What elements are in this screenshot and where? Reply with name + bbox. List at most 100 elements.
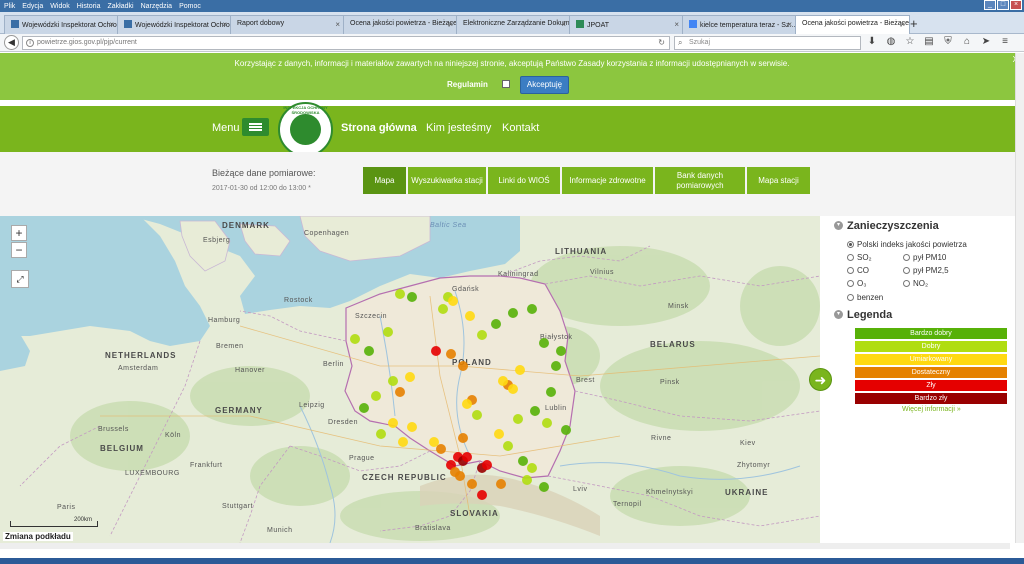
browser-tab[interactable]: kielce temperatura teraz - Sz... × — [682, 15, 797, 34]
station-marker[interactable] — [508, 307, 518, 318]
radio-so2[interactable]: SO₂ — [847, 253, 872, 262]
radio-o3[interactable]: O₃ — [847, 279, 866, 288]
regulamin-label[interactable]: Regulamin — [447, 80, 488, 89]
shield-icon[interactable]: ⛨ — [942, 36, 954, 47]
menubar-item[interactable]: Zakładki — [107, 3, 133, 10]
tab-wios-links[interactable]: Linki do WIOŚ — [488, 167, 560, 194]
browser-tab[interactable]: Ocena jakości powietrza - Bieżące ... × — [795, 15, 910, 34]
station-marker[interactable] — [407, 421, 418, 432]
accept-button[interactable]: Akceptuję — [520, 76, 569, 94]
horizontal-scrollbar[interactable] — [0, 543, 1010, 549]
bookmarks-icon[interactable]: ▤ — [923, 36, 935, 47]
tab-close-icon[interactable]: × — [448, 20, 453, 29]
arrow-right-icon[interactable]: ➜ — [809, 368, 832, 391]
send-icon[interactable]: ➤ — [980, 36, 992, 47]
station-marker[interactable] — [445, 349, 456, 360]
menubar-item[interactable]: Historia — [77, 3, 101, 10]
tab-close-icon[interactable]: × — [787, 20, 792, 29]
station-marker[interactable] — [515, 364, 526, 375]
nav-about[interactable]: Kim jesteśmy — [426, 122, 491, 134]
station-marker[interactable] — [431, 345, 442, 356]
browser-tab[interactable]: JPOAT × — [569, 15, 684, 34]
search-input[interactable]: ⌕ Szukaj — [674, 36, 861, 50]
tab-close-icon[interactable]: × — [900, 20, 905, 29]
radio-pm10[interactable]: pył PM10 — [903, 253, 946, 262]
url-bar[interactable]: i powietrze.gios.gov.pl/pjp/current ↻ — [22, 36, 670, 50]
station-marker[interactable] — [529, 406, 540, 417]
menubar-item[interactable]: Narzędzia — [141, 3, 173, 10]
tab-station-map[interactable]: Mapa stacji — [747, 167, 810, 194]
new-tab-button[interactable]: + — [910, 16, 918, 31]
radio-pm25[interactable]: pył PM2,5 — [903, 266, 949, 275]
station-marker[interactable] — [481, 459, 492, 470]
station-marker[interactable] — [503, 440, 514, 451]
vertical-scrollbar[interactable] — [1015, 53, 1024, 543]
station-marker[interactable] — [349, 334, 360, 345]
gios-logo[interactable]: INSPEKCJA OCHRONY ŚRODOWISKA — [278, 102, 333, 157]
more-info-link[interactable]: Więcej informacji » — [902, 406, 961, 413]
info-icon[interactable]: i — [26, 39, 34, 47]
station-marker[interactable] — [527, 303, 538, 314]
reload-icon[interactable]: ↻ — [658, 38, 665, 47]
maximize-icon[interactable]: □ — [997, 0, 1009, 10]
station-marker[interactable] — [517, 455, 528, 466]
tab-close-icon[interactable]: × — [561, 20, 566, 29]
zoom-out-button[interactable]: − — [11, 242, 27, 258]
browser-tab[interactable]: Raport dobowy × — [230, 15, 345, 34]
station-marker[interactable] — [395, 288, 406, 299]
legend-header[interactable]: ▾ Legenda — [834, 309, 892, 321]
radio-polish-aqi[interactable]: Polski indeks jakości powietrza — [847, 240, 967, 249]
station-marker[interactable] — [512, 414, 523, 424]
nav-contact[interactable]: Kontakt — [502, 122, 539, 134]
tab-close-icon[interactable]: × — [222, 20, 227, 29]
tab-close-icon[interactable]: × — [674, 20, 679, 29]
hamburger-menu-button[interactable] — [242, 118, 269, 136]
station-marker[interactable] — [496, 478, 506, 489]
tab-close-icon[interactable]: × — [109, 20, 114, 29]
home-icon[interactable]: ⌂ — [961, 36, 973, 47]
close-icon[interactable]: × — [1010, 0, 1022, 10]
tab-station-search[interactable]: Wyszukiwarka stacji — [408, 167, 486, 194]
station-marker[interactable] — [388, 376, 398, 386]
globe-icon[interactable]: ◍ — [885, 36, 897, 47]
nav-home[interactable]: Strona główna — [341, 122, 417, 134]
back-icon[interactable]: ◀ — [4, 35, 19, 50]
browser-tab[interactable]: Wojewódzki Inspektorat Ochrony ...× — [117, 15, 232, 34]
station-marker[interactable] — [359, 402, 370, 413]
browser-tab[interactable]: Ocena jakości powietrza - Bieżące ... × — [343, 15, 458, 34]
menubar-item[interactable]: Widok — [50, 3, 69, 10]
menubar-item[interactable]: Pomoc — [179, 3, 201, 10]
download-icon[interactable]: ⬇ — [866, 36, 878, 47]
station-marker[interactable] — [551, 360, 562, 371]
station-marker[interactable] — [457, 360, 468, 371]
browser-tab[interactable]: Elektroniczne Zarządzanie Dokume... × — [456, 15, 571, 34]
zoom-in-button[interactable]: + — [11, 225, 27, 241]
menu-icon[interactable]: ≡ — [999, 36, 1011, 47]
station-marker[interactable] — [388, 417, 398, 428]
menubar-item[interactable]: Plik — [4, 3, 15, 10]
tab-health-info[interactable]: Informacje zdrowotne — [562, 167, 653, 194]
map-view[interactable]: DENMARK Copenhagen Esbjerg LITHUANIA Vil… — [0, 216, 820, 543]
browser-tab[interactable]: Wojewódzki Inspektorat Ochrony ...× — [4, 15, 119, 34]
station-marker[interactable] — [397, 436, 408, 447]
tab-close-icon[interactable]: × — [335, 20, 340, 29]
station-marker[interactable] — [457, 433, 468, 443]
change-basemap-button[interactable]: Zmiana podkładu — [3, 532, 73, 541]
pollutants-header[interactable]: ▾ Zanieczyszczenia — [834, 220, 939, 232]
radio-benzene[interactable]: benzen — [847, 293, 883, 302]
menubar-item[interactable]: Edycja — [22, 3, 43, 10]
station-marker[interactable] — [404, 372, 415, 383]
tab-measurement-databank[interactable]: Bank danych pomiarowych — [655, 167, 745, 194]
station-marker[interactable] — [493, 429, 504, 440]
station-marker[interactable] — [541, 417, 552, 428]
station-marker[interactable] — [556, 345, 566, 356]
minimize-icon[interactable]: _ — [984, 0, 996, 10]
station-marker[interactable] — [476, 490, 487, 500]
star-icon[interactable]: ☆ — [904, 36, 916, 47]
station-marker[interactable] — [364, 345, 374, 356]
fullscreen-icon[interactable]: ⤢ — [11, 270, 29, 288]
station-marker[interactable] — [508, 383, 518, 394]
radio-no2[interactable]: NO₂ — [903, 279, 928, 288]
radio-co[interactable]: CO — [847, 266, 869, 275]
station-marker[interactable] — [467, 478, 478, 489]
